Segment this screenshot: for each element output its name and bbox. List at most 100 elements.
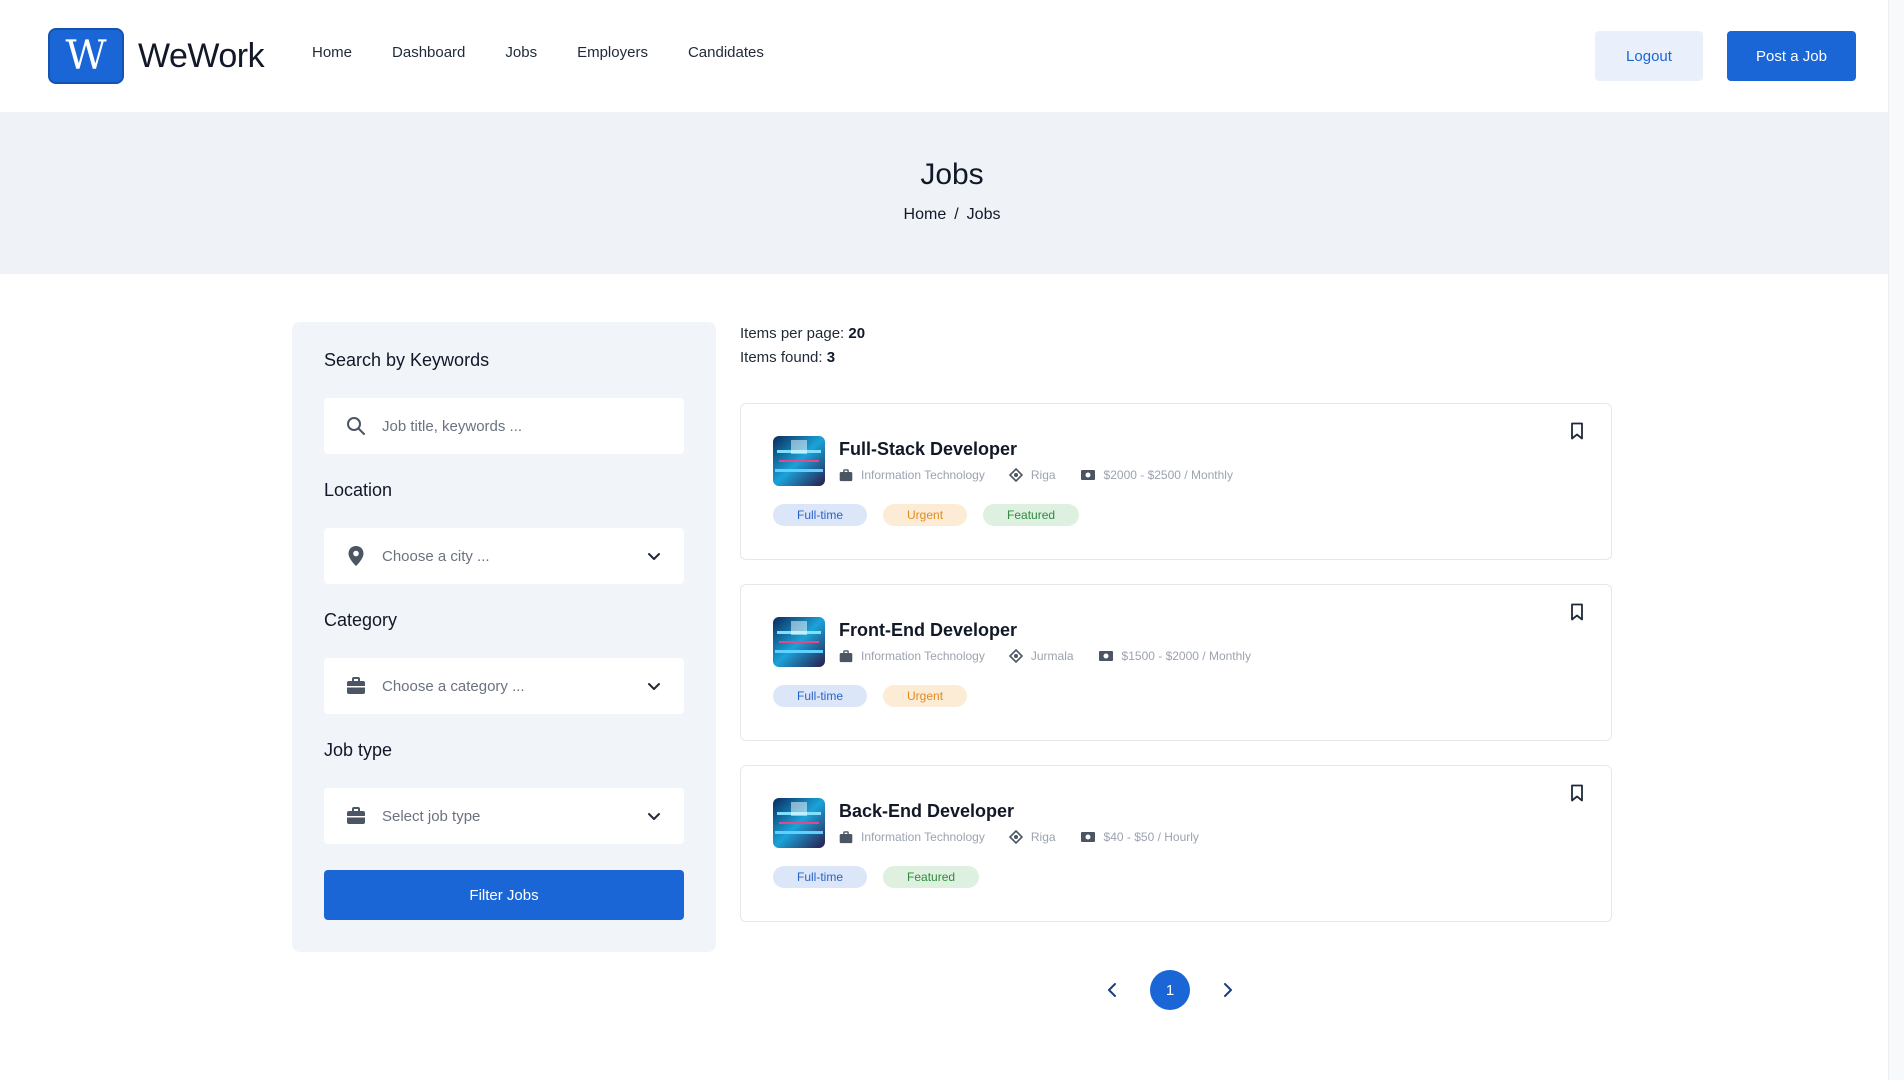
chevron-left-icon[interactable] [1100,978,1124,1002]
tag-full-time: Full-time [773,504,868,526]
job-salary: $2000 - $2500 / Monthly [1080,468,1233,482]
tag-full-time: Full-time [773,685,868,707]
brand-logo[interactable]: W WeWork [48,28,265,84]
post-job-button[interactable]: Post a Job [1727,31,1856,81]
per-page-value: 20 [848,325,866,342]
briefcase-icon [344,674,368,698]
job-salary: $40 - $50 / Hourly [1080,830,1199,844]
job-location: Jurmala [1008,649,1074,663]
job-category-text: Information Technology [861,649,985,663]
nav-dashboard[interactable]: Dashboard [392,44,465,61]
job-category-text: Information Technology [861,830,985,844]
chevron-down-icon [648,813,660,820]
nav-home[interactable]: Home [312,44,352,61]
found-value: 3 [826,349,836,366]
job-meta: Information Technology Jurmala $1500 - $… [839,649,1251,663]
page-hero: Jobs Home / Jobs [0,112,1904,274]
items-per-page: Items per page: 20 [740,325,865,342]
job-salary-text: $40 - $50 / Hourly [1103,830,1199,844]
breadcrumb-separator: / [954,206,959,223]
keywords-search-input[interactable]: Job title, keywords ... [324,398,684,454]
job-tags: Full-time Featured [773,866,980,888]
logout-button[interactable]: Logout [1595,31,1703,81]
job-title[interactable]: Front-End Developer [839,620,1017,641]
job-title[interactable]: Back-End Developer [839,801,1014,822]
breadcrumb-current: Jobs [966,206,1001,223]
search-icon [344,414,368,438]
job-category: Information Technology [839,468,985,482]
briefcase-icon [344,804,368,828]
keywords-label: Search by Keywords [324,350,490,370]
location-select[interactable]: Choose a city ... [324,528,684,584]
bookmark-icon[interactable] [1569,603,1585,621]
main-nav: Home Dashboard Jobs Employers Candidates [312,44,764,61]
job-title[interactable]: Full-Stack Developer [839,439,1017,460]
filter-sidebar: Search by Keywords Job title, keywords .… [292,322,716,952]
job-location: Riga [1008,468,1056,482]
job-tags: Full-time Urgent [773,685,968,707]
job-thumbnail [773,436,825,486]
nav-employers[interactable]: Employers [577,44,648,61]
filter-jobs-button[interactable]: Filter Jobs [324,870,684,920]
jobtype-placeholder: Select job type [382,807,481,825]
breadcrumb: Home / Jobs [0,206,1904,224]
job-thumbnail [773,617,825,667]
job-location-text: Riga [1030,468,1056,482]
briefcase-icon [839,830,853,843]
chevron-right-icon[interactable] [1216,978,1240,1002]
money-icon [1098,651,1113,661]
site-header: W WeWork Home Dashboard Jobs Employers C… [0,0,1904,112]
items-found: Items found: 3 [740,349,835,366]
briefcase-icon [839,649,853,662]
page-button-current[interactable]: 1 [1150,970,1190,1010]
job-location-text: Riga [1030,830,1056,844]
tag-urgent: Urgent [883,685,968,707]
tag-featured: Featured [983,504,1080,526]
job-meta: Information Technology Riga $40 - $50 / … [839,830,1199,844]
job-salary-text: $1500 - $2000 / Monthly [1121,649,1251,663]
job-card[interactable]: Back-End Developer Information Technolog… [740,765,1612,922]
chevron-down-icon [648,683,660,690]
tag-urgent: Urgent [883,504,968,526]
job-meta: Information Technology Riga $2000 - $250… [839,468,1233,482]
location-target-icon [1008,830,1023,844]
found-label: Items found: [740,349,823,366]
nav-candidates[interactable]: Candidates [688,44,764,61]
job-location: Riga [1008,830,1056,844]
page-scrollbar[interactable] [1888,0,1904,1080]
location-label: Location [324,480,393,500]
job-thumbnail [773,798,825,848]
nav-jobs[interactable]: Jobs [505,44,537,61]
job-category: Information Technology [839,830,985,844]
money-icon [1080,470,1095,480]
location-placeholder: Choose a city ... [382,547,490,565]
tag-full-time: Full-time [773,866,868,888]
job-location-text: Jurmala [1030,649,1074,663]
bookmark-icon[interactable] [1569,422,1585,440]
jobtype-label: Job type [324,740,393,760]
job-salary: $1500 - $2000 / Monthly [1098,649,1251,663]
job-tags: Full-time Urgent Featured [773,504,1080,526]
job-category-text: Information Technology [861,468,985,482]
location-target-icon [1008,468,1023,482]
jobtype-select[interactable]: Select job type [324,788,684,844]
map-pin-icon [344,544,368,568]
per-page-label: Items per page: [740,325,845,342]
category-select[interactable]: Choose a category ... [324,658,684,714]
job-salary-text: $2000 - $2500 / Monthly [1103,468,1233,482]
briefcase-icon [839,468,853,481]
money-icon [1080,832,1095,842]
breadcrumb-home[interactable]: Home [904,206,947,223]
logo-icon: W [48,28,124,84]
job-category: Information Technology [839,649,985,663]
brand-name: WeWork [138,36,265,75]
category-label: Category [324,610,398,630]
bookmark-icon[interactable] [1569,784,1585,802]
job-card[interactable]: Full-Stack Developer Information Technol… [740,403,1612,560]
job-card[interactable]: Front-End Developer Information Technolo… [740,584,1612,741]
keywords-placeholder: Job title, keywords ... [382,417,523,435]
tag-featured: Featured [883,866,980,888]
chevron-down-icon [648,553,660,560]
pagination: 1 [1100,970,1240,1010]
page-title: Jobs [920,158,984,191]
